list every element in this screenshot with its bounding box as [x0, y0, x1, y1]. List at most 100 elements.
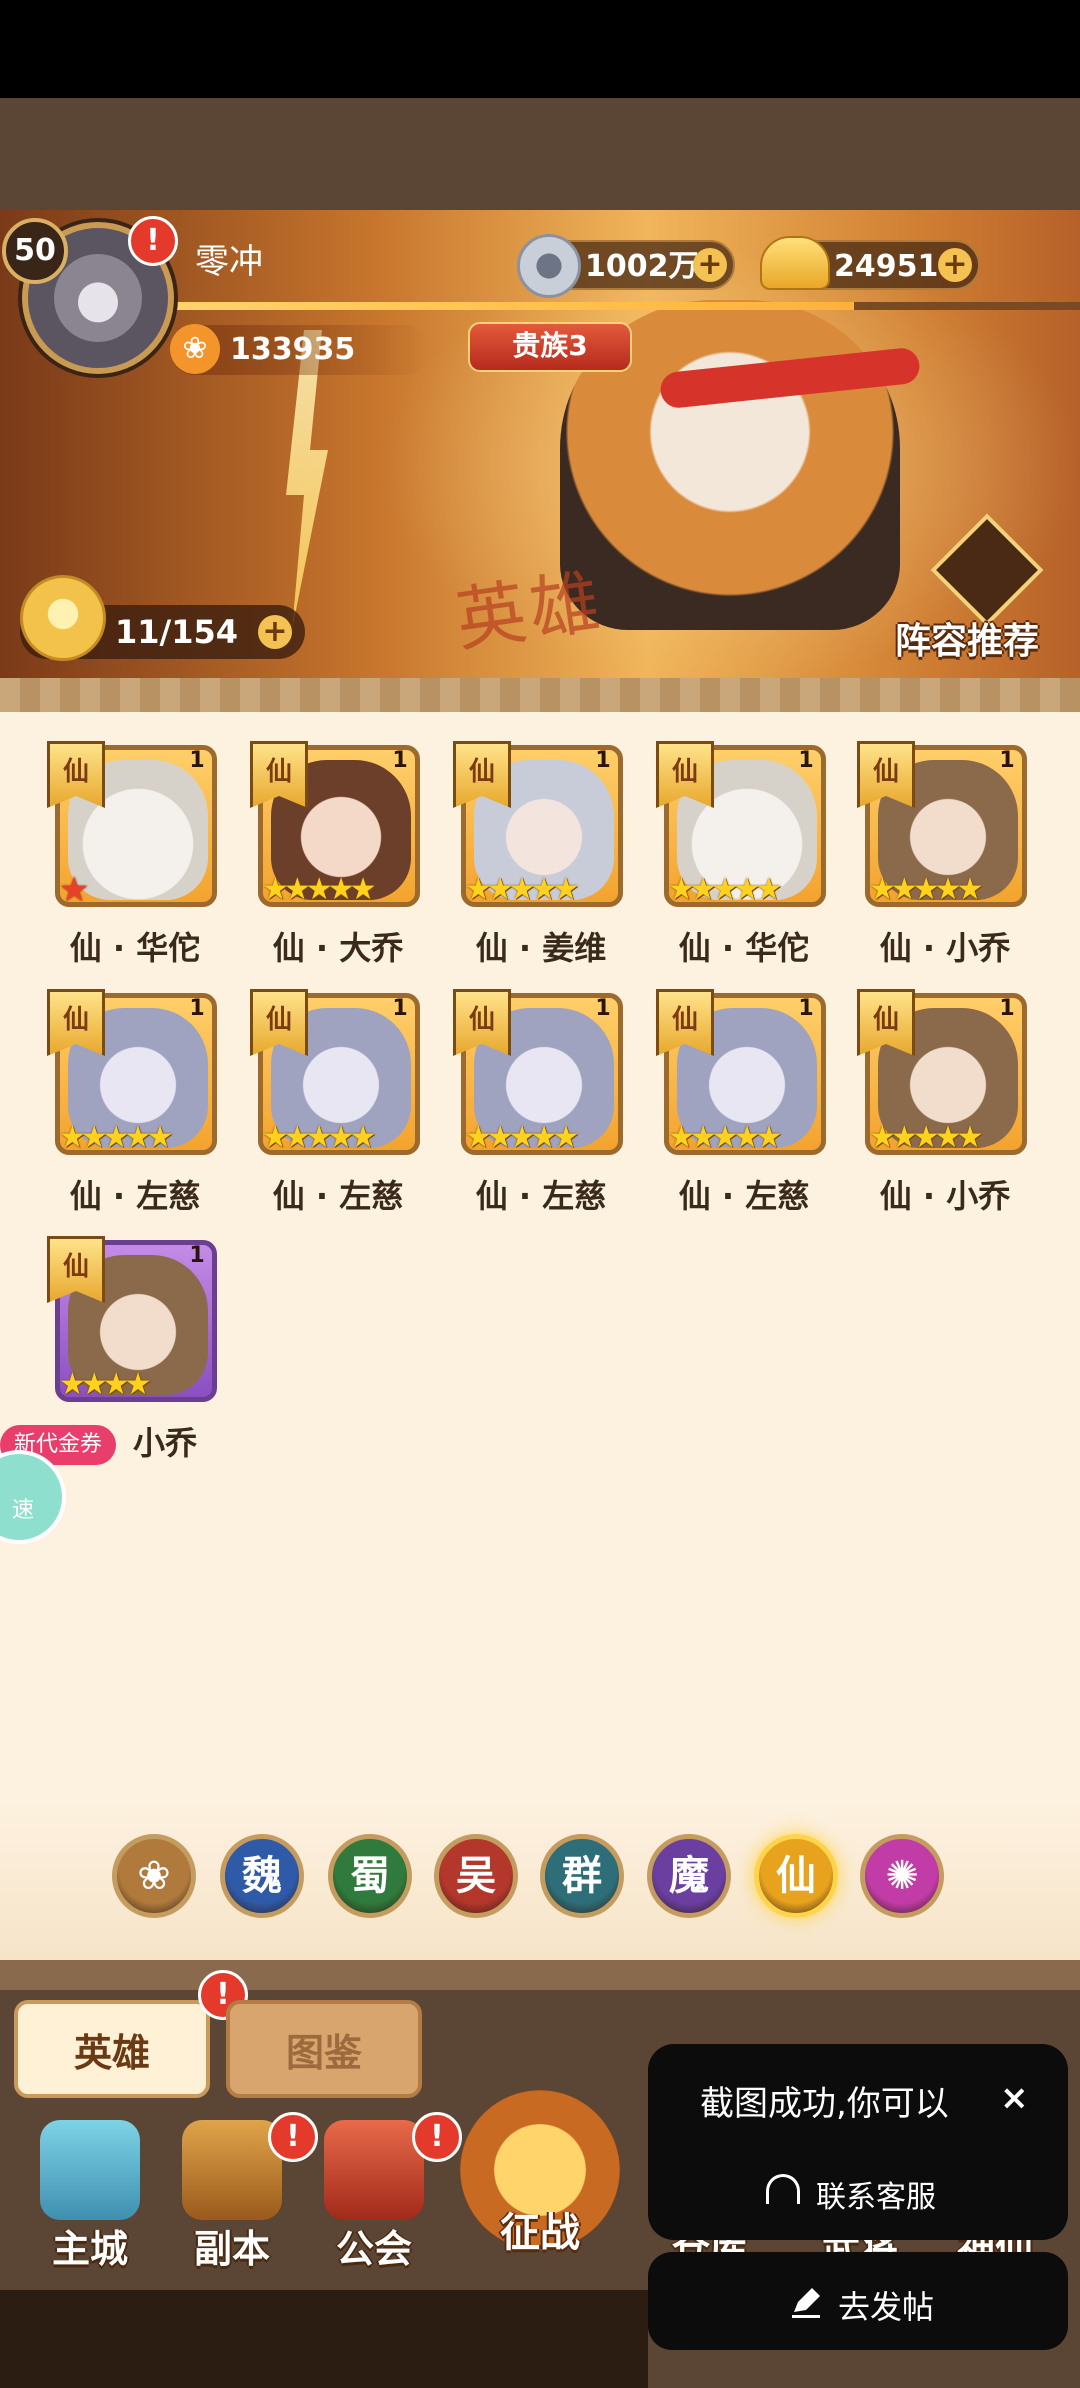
filter-faction[interactable]: 魏 — [220, 1834, 304, 1918]
hero-level: 1 — [595, 996, 611, 1021]
hero-stars: ★★★★ — [59, 1367, 152, 1402]
hero-stars: ★ — [59, 870, 90, 910]
hero-level: 1 — [392, 996, 408, 1021]
lightning-icon — [286, 330, 328, 630]
add-gold-button[interactable]: + — [938, 248, 972, 282]
cat-avatar-icon — [54, 254, 142, 342]
copper-currency: 1002万 + — [517, 234, 735, 298]
player-name: 零冲 — [195, 242, 263, 282]
hero-level: 1 — [999, 996, 1015, 1021]
hero-capacity: 11/154 + — [20, 575, 305, 661]
hero-level: 1 — [595, 748, 611, 773]
hero-card[interactable]: 仙 1 ★★★★★ 仙 · 华佗 — [644, 741, 846, 985]
nav-main-city[interactable]: 主城 — [30, 2120, 150, 2280]
tab-guide[interactable]: 图鉴 — [226, 2000, 422, 2098]
hero-level: 1 — [798, 996, 814, 1021]
hero-stars: ★★★★★ — [262, 1120, 377, 1155]
header-band — [0, 98, 1080, 216]
hero-card[interactable]: 仙 1 ★★★★★ 仙 · 大乔 — [238, 741, 440, 985]
status-bar — [0, 0, 1080, 98]
nav-guild-label: 公会 — [335, 2227, 412, 2271]
headset-icon — [766, 2174, 800, 2204]
filter-faction[interactable]: 蜀 — [328, 1834, 412, 1918]
hero-stars: ★★★★★ — [668, 872, 783, 907]
toast-message: 截图成功,你可以 — [700, 2084, 949, 2124]
hero-card[interactable]: 仙 1 ★★★★★ 仙 · 小乔 — [845, 989, 1047, 1233]
hero-name: 仙 · 华佗 — [69, 929, 201, 967]
hero-stars: ★★★★★ — [59, 1120, 174, 1155]
hero-stars: ★★★★★ — [668, 1120, 783, 1155]
banner-title: 英雄 — [450, 560, 609, 662]
avatar-alert-icon: ! — [128, 216, 178, 266]
gold-amount: 24951 — [834, 249, 939, 284]
nav-campaign-label: 征战 — [500, 2210, 580, 2256]
hero-card[interactable]: 仙 1 ★★★★★ 仙 · 小乔 — [845, 741, 1047, 985]
copper-amount: 1002万 — [585, 249, 699, 284]
power-value: 133935 — [230, 332, 356, 367]
go-post-label: 去发帖 — [838, 2288, 935, 2326]
copper-coin-icon — [517, 234, 581, 298]
add-copper-button[interactable]: + — [693, 248, 727, 282]
nav-dungeon-alert-icon: ! — [268, 2112, 318, 2162]
hero-name: 仙 · 小乔 — [879, 1177, 1011, 1215]
screenshot-toast: 截图成功,你可以 × 联系客服 — [648, 2044, 1068, 2240]
hero-capacity-icon — [20, 575, 106, 661]
hero-name: 仙 · 姜维 — [475, 929, 607, 967]
filter-faction[interactable]: 群 — [540, 1834, 624, 1918]
nav-dungeon-label: 副本 — [193, 2227, 270, 2271]
flag-icon — [324, 2120, 424, 2220]
hero-name: 仙 · 左慈 — [475, 1177, 607, 1215]
hero-level: 1 — [189, 1243, 205, 1268]
hero-name: 仙 · 小乔 — [879, 929, 1011, 967]
tab-hero[interactable]: 英雄 — [14, 2000, 210, 2098]
nav-campaign[interactable]: 征战 — [455, 2070, 625, 2270]
hero-card[interactable]: 仙 1 ★ 仙 · 华佗 — [35, 741, 237, 985]
gold-ingot-icon — [760, 236, 830, 290]
hero-card[interactable]: 仙 1 ★★★★★ 仙 · 左慈 — [644, 989, 846, 1233]
hero-level: 1 — [999, 748, 1015, 773]
hero-card[interactable]: 仙 1 ★★★★★ 仙 · 左慈 — [441, 989, 643, 1233]
contact-service-button[interactable]: 联系客服 — [766, 2160, 1026, 2220]
filter-faction[interactable]: 魔 — [647, 1834, 731, 1918]
hero-card[interactable]: 仙 1 ★★★★★ 仙 · 左慈 — [35, 989, 237, 1233]
expand-capacity-button[interactable]: + — [258, 615, 292, 649]
card-paw-icon — [930, 513, 1044, 627]
hero-name: 仙 · 华佗 — [678, 929, 810, 967]
pen-icon — [792, 2288, 820, 2318]
castle-icon — [40, 2120, 140, 2220]
hero-stars: ★★★★★ — [262, 872, 377, 907]
hero-level: 1 — [189, 996, 205, 1021]
hero-card[interactable]: 仙 1 ★★★★★ 仙 · 姜维 — [441, 741, 643, 985]
filter-faction[interactable]: 吴 — [434, 1834, 518, 1918]
filter-swirl-icon[interactable]: ✺ — [860, 1834, 944, 1918]
player-level: 50 — [2, 218, 68, 284]
nav-bottom-strip — [0, 2290, 648, 2388]
toast-close-button[interactable]: × — [1000, 2078, 1029, 2118]
go-post-button[interactable]: 去发帖 — [648, 2252, 1068, 2350]
contact-service-label: 联系客服 — [816, 2180, 936, 2215]
lineup-recommend-button[interactable]: 阵容推荐 — [895, 513, 1075, 670]
speed-label: 速 — [12, 1498, 35, 1523]
hero-stars: ★★★★★ — [869, 1120, 984, 1155]
hero-level: 1 — [798, 748, 814, 773]
filter-paw-icon[interactable]: ❀ — [112, 1834, 196, 1918]
hero-card[interactable]: 仙 1 ★★★★★ 仙 · 左慈 — [238, 989, 440, 1233]
hero-level: 1 — [189, 748, 205, 773]
hero-name: 仙 · 左慈 — [678, 1177, 810, 1215]
hero-name: 仙 · 左慈 — [69, 1177, 201, 1215]
nav-main-city-label: 主城 — [51, 2227, 128, 2271]
hero-count: 11/154 — [115, 613, 239, 651]
sword-icon — [182, 2120, 282, 2220]
hero-stars: ★★★★★ — [869, 872, 984, 907]
gold-currency: 24951 + — [760, 236, 980, 290]
bottom-band — [0, 1960, 1080, 1990]
noble-badge[interactable]: 贵族3 — [468, 322, 632, 372]
hero-level: 1 — [392, 748, 408, 773]
hero-stars: ★★★★★ — [465, 872, 580, 907]
hero-name: 仙 · 左慈 — [272, 1177, 404, 1215]
paw-icon: ❀ — [170, 324, 220, 374]
hero-stars: ★★★★★ — [465, 1120, 580, 1155]
hero-name: 仙 · 大乔 — [272, 929, 404, 967]
lineup-label: 阵容推荐 — [895, 621, 1040, 662]
filter-faction[interactable]: 仙 — [754, 1834, 838, 1918]
